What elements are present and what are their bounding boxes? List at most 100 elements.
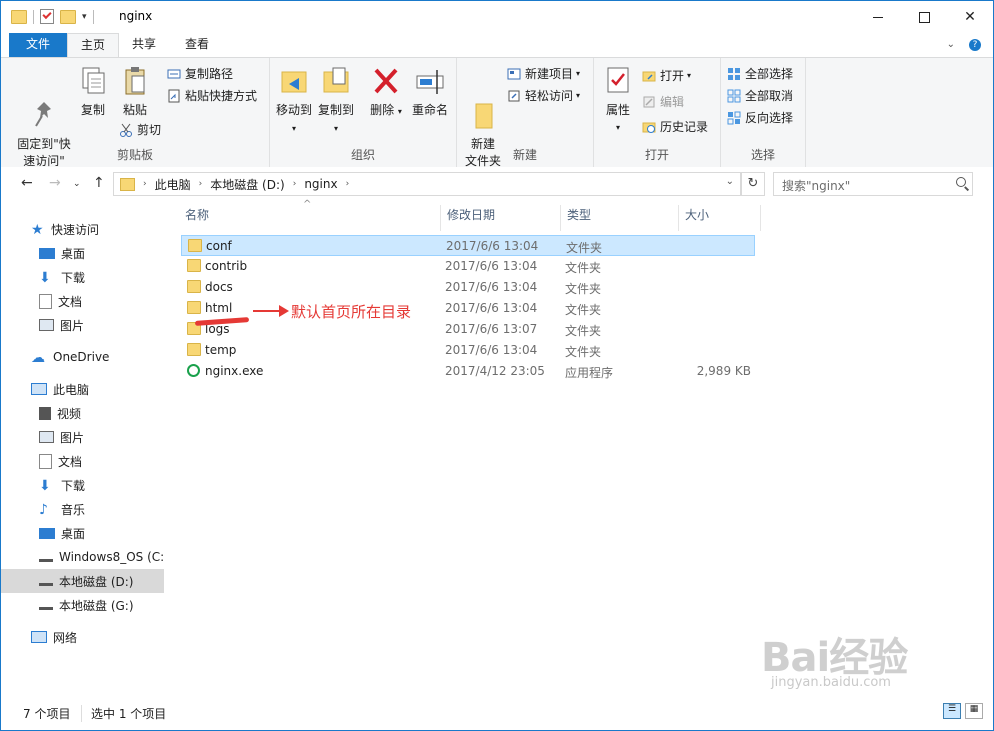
chevron-down-icon: ▾ [615, 123, 620, 132]
chevron-down-icon[interactable]: ⌄ [726, 176, 734, 187]
new-item-button[interactable]: 新建项目 ▾ [507, 64, 580, 84]
search-icon[interactable] [956, 177, 966, 187]
copy-to-button[interactable]: 复制到 ▾ [316, 64, 356, 137]
select-none-label: 全部取消 [745, 89, 794, 103]
tab-share[interactable]: 共享 [121, 33, 167, 57]
table-row[interactable]: logs 2017/6/6 13:07 文件夹 [181, 319, 755, 340]
back-arrow-icon[interactable]: ← [21, 175, 33, 191]
column-header-name[interactable]: 名称 [179, 205, 441, 231]
nav-label: 本地磁盘 (D:) [59, 574, 134, 589]
table-row[interactable]: conf 2017/6/6 13:04 文件夹 [181, 235, 755, 256]
search-placeholder: 搜索"nginx" [782, 179, 851, 193]
open-button[interactable]: 打开 ▾ [642, 66, 691, 86]
nav-network[interactable]: 网络 [1, 625, 194, 649]
breadcrumb-this-pc[interactable]: 此电脑 [155, 176, 191, 193]
tab-view[interactable]: 查看 [173, 33, 221, 57]
new-folder-icon[interactable] [60, 9, 76, 24]
tab-file[interactable]: 文件 [9, 33, 67, 57]
select-all-label: 全部选择 [745, 67, 794, 81]
folder-icon [187, 343, 201, 356]
help-icon[interactable]: ? [969, 39, 981, 51]
copy-to-icon [321, 64, 351, 98]
file-size: 2,989 KB [696, 364, 751, 378]
move-to-icon [279, 64, 309, 98]
nav-onedrive[interactable]: ☁ OneDrive [1, 345, 194, 369]
copy-button[interactable]: 复制 [75, 64, 111, 119]
desktop-icon [39, 527, 55, 539]
paste-icon [120, 64, 150, 98]
file-name: temp [205, 343, 237, 357]
rename-button[interactable]: 重命名 [408, 64, 452, 119]
properties-icon[interactable] [40, 9, 54, 24]
table-row[interactable]: nginx.exe 2017/4/12 23:05 应用程序 2,989 KB [181, 361, 755, 382]
table-row[interactable]: html 2017/6/6 13:04 文件夹 [181, 298, 755, 319]
folder-icon [11, 9, 27, 24]
new-item-label: 新建项目 [525, 67, 574, 81]
delete-button[interactable]: 删除 ▾ [366, 64, 406, 120]
breadcrumb-drive-d[interactable]: 本地磁盘 (D:) [210, 176, 284, 193]
edit-icon [642, 95, 656, 109]
file-type: 文件夹 [565, 345, 602, 359]
address-bar[interactable]: › 此电脑 › 本地磁盘 (D:) › nginx › ⌄ [113, 172, 741, 196]
forward-arrow-icon[interactable]: → [49, 175, 61, 191]
paste-shortcut-button[interactable]: 粘贴快捷方式 [167, 86, 257, 106]
select-group-label: 选择 [750, 148, 775, 162]
file-type: 文件夹 [566, 241, 603, 255]
up-arrow-icon[interactable]: ↑ [93, 175, 105, 191]
column-header-type[interactable]: 类型 [561, 205, 679, 231]
edit-button[interactable]: 编辑 [642, 92, 684, 112]
select-none-button[interactable]: 全部取消 [727, 86, 793, 106]
chevron-down-icon: ▾ [333, 124, 338, 133]
selected-count: 选中 1 个项目 [81, 705, 166, 722]
paste-shortcut-icon [167, 89, 181, 103]
select-all-button[interactable]: 全部选择 [727, 64, 793, 84]
rename-icon [415, 64, 445, 98]
new-item-icon [507, 67, 521, 81]
copy-path-button[interactable]: 复制路径 [167, 64, 233, 84]
search-input[interactable]: 搜索"nginx" [773, 172, 973, 196]
table-row[interactable]: docs 2017/6/6 13:04 文件夹 [181, 277, 755, 298]
invert-selection-button[interactable]: 反向选择 [727, 108, 793, 128]
maximize-button[interactable] [901, 1, 947, 33]
nav-drive-d[interactable]: 本地磁盘 (D:) [1, 569, 164, 593]
chevron-down-icon[interactable]: ⌄ [947, 39, 955, 51]
table-row[interactable]: temp 2017/6/6 13:04 文件夹 [181, 340, 755, 361]
copy-path-icon [167, 67, 181, 81]
recent-locations-chevron-icon[interactable]: ⌄ [73, 179, 81, 189]
document-icon [39, 453, 52, 469]
desktop-icon [39, 247, 55, 259]
file-date: 2017/6/6 13:04 [445, 259, 538, 273]
easy-access-button[interactable]: 轻松访问 ▾ [507, 86, 580, 106]
properties-button[interactable]: 属性 ▾ [600, 64, 636, 136]
move-to-button[interactable]: 移动到 ▾ [274, 64, 314, 137]
chevron-down-icon[interactable]: ▾ [82, 12, 87, 22]
nav-quick-access[interactable]: ★ 快速访问 [1, 217, 194, 241]
nav-label: 视频 [57, 406, 82, 421]
column-header-size[interactable]: 大小 [679, 205, 761, 231]
nav-label: 图片 [60, 318, 85, 333]
file-date: 2017/6/6 13:04 [445, 280, 538, 294]
folder-icon [188, 239, 202, 252]
table-row[interactable]: contrib 2017/6/6 13:04 文件夹 [181, 256, 755, 277]
edit-label: 编辑 [660, 95, 685, 109]
quick-access-toolbar: ▾ [11, 9, 94, 24]
history-button[interactable]: 历史记录 [642, 117, 708, 137]
minimize-button[interactable] [855, 1, 901, 33]
open-label: 打开 [660, 69, 685, 83]
paste-button[interactable]: 粘贴 [115, 64, 155, 119]
column-header-date[interactable]: 修改日期 [441, 205, 561, 231]
details-view-button[interactable]: ☰ [943, 703, 961, 719]
large-icons-view-button[interactable]: ▦ [965, 703, 983, 719]
clipboard-group-label: 剪贴板 [116, 148, 153, 162]
chevron-right-icon: › [198, 179, 203, 189]
close-button[interactable]: ✕ [947, 1, 993, 33]
nav-this-pc[interactable]: 此电脑 [1, 377, 194, 401]
refresh-button[interactable]: ↻ [741, 172, 765, 196]
chevron-down-icon: ▾ [687, 71, 692, 80]
breadcrumb-nginx[interactable]: nginx [304, 177, 337, 191]
cut-button[interactable]: 剪切 [119, 120, 161, 140]
file-type: 文件夹 [565, 324, 602, 338]
nav-label: 本地磁盘 (G:) [59, 598, 134, 613]
tab-home[interactable]: 主页 [67, 33, 119, 58]
nav-label: 此电脑 [53, 382, 90, 397]
